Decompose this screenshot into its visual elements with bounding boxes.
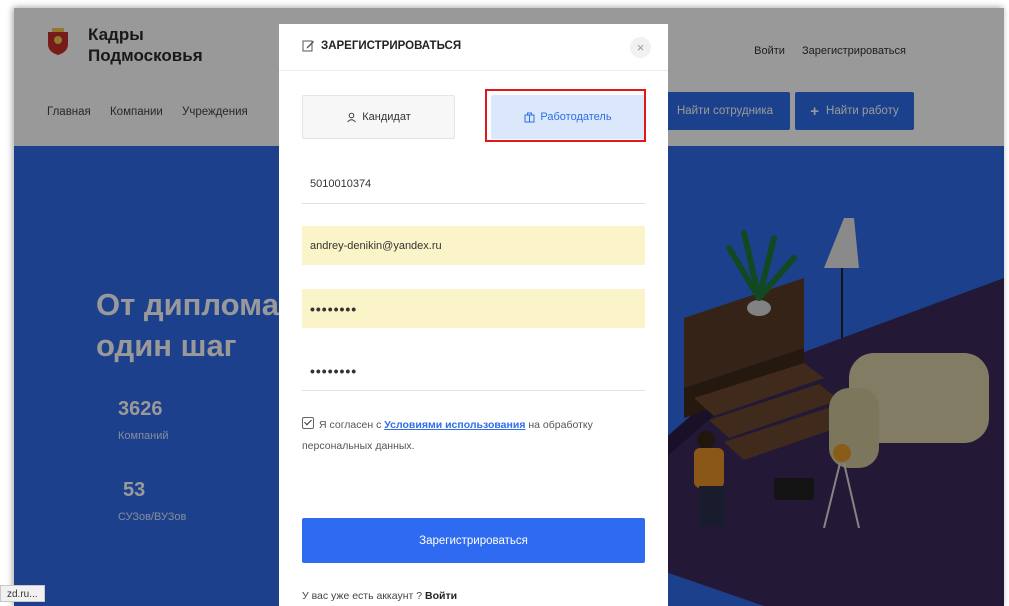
user-icon: [347, 112, 357, 122]
password-field[interactable]: ••••••••: [302, 289, 645, 328]
status-bar-url: zd.ru...: [0, 585, 45, 602]
agreement-block: Я согласен с Условиями использования на …: [302, 417, 593, 452]
agreement-checkbox[interactable]: [302, 417, 314, 429]
modal-header: ЗАРЕГИСТРИРОВАТЬСЯ ×: [279, 24, 668, 71]
inn-field[interactable]: 5010010374: [302, 165, 645, 204]
close-icon[interactable]: ×: [630, 37, 651, 58]
browser-viewport: Кадры Подмосковья Войти Зарегистрировать…: [14, 8, 1004, 606]
login-prompt: У вас уже есть аккаунт ? Войти: [302, 590, 458, 602]
modal-title: ЗАРЕГИСТРИРОВАТЬСЯ: [302, 39, 461, 52]
password-confirm-field[interactable]: ••••••••: [302, 352, 645, 391]
email-field[interactable]: andrey-denikin@yandex.ru: [302, 226, 645, 265]
role-candidate-button[interactable]: Кандидат: [302, 95, 455, 139]
register-modal: ЗАРЕГИСТРИРОВАТЬСЯ × Кандидат Работодате…: [279, 24, 668, 606]
edit-icon: [302, 40, 314, 52]
terms-link[interactable]: Условиями использования: [384, 419, 525, 431]
login-link-modal[interactable]: Войти: [425, 590, 457, 602]
register-submit-button[interactable]: Зарегистрироваться: [302, 518, 645, 563]
employer-highlight-box: [485, 89, 646, 142]
